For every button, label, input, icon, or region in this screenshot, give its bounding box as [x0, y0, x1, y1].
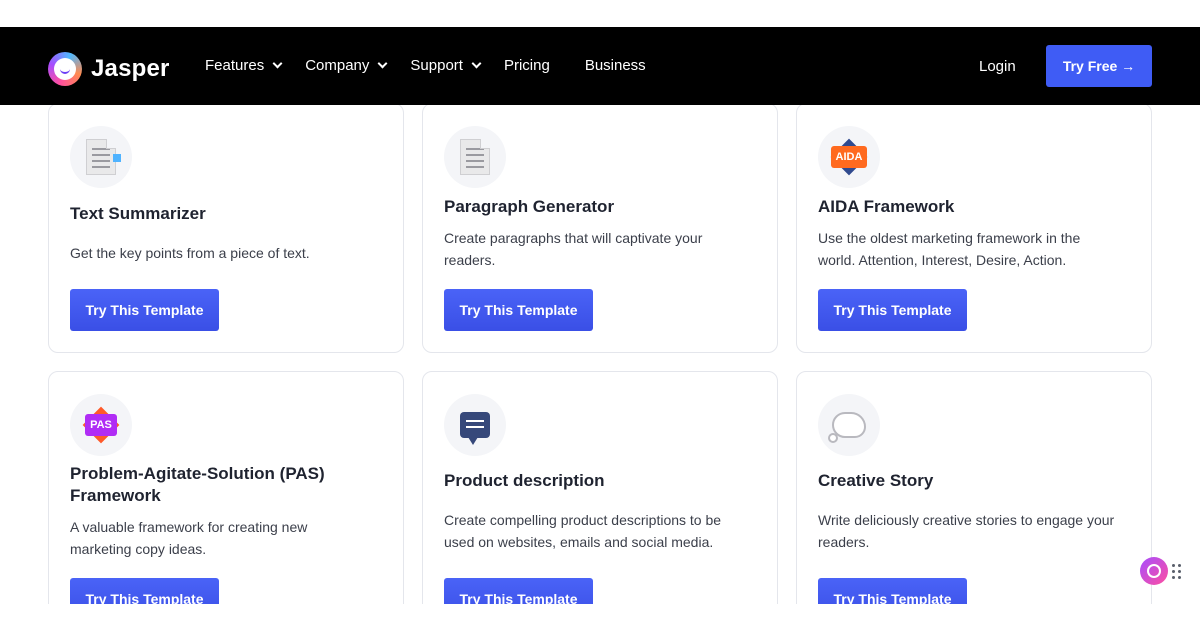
brand-name: Jasper [91, 55, 170, 82]
try-template-button[interactable]: Try This Template [70, 289, 219, 331]
login-link[interactable]: Login [979, 58, 1016, 75]
template-title: Product description [444, 471, 605, 490]
try-template-button[interactable]: Try This Template [444, 578, 593, 604]
assistant-widget [1140, 557, 1181, 585]
template-card-pas-framework: PAS Problem-Agitate-Solution (PAS) Frame… [48, 371, 404, 604]
template-title: Paragraph Generator [444, 197, 615, 216]
document-icon [86, 139, 121, 175]
nav-features-label: Features [205, 57, 265, 74]
try-template-button[interactable]: Try This Template [818, 289, 967, 331]
template-description: Create paragraphs that will captivate yo… [444, 230, 703, 268]
template-icon [444, 126, 506, 188]
template-title: Creative Story [818, 471, 934, 490]
nav-business-label: Business [584, 57, 646, 74]
template-title: AIDA Framework [818, 197, 955, 216]
aida-badge: AIDA [830, 146, 868, 168]
nav-company-label: Company [305, 57, 370, 74]
chevron-down-icon [471, 58, 482, 69]
chat-bubble-icon [460, 412, 490, 445]
template-title: Text Summarizer [70, 204, 206, 223]
template-grid: Text Summarizer Get the key points from … [0, 105, 1200, 604]
nav-pricing[interactable]: Pricing [504, 57, 550, 74]
thought-cloud-icon [828, 412, 866, 443]
chevron-down-icon [377, 58, 388, 69]
assistant-button[interactable] [1140, 557, 1168, 585]
try-template-button[interactable]: Try This Template [70, 578, 219, 604]
jasper-logo[interactable]: Jasper [48, 52, 170, 86]
nav-support-label: Support [410, 57, 463, 74]
pas-badge: PAS [85, 414, 117, 436]
nav-pricing-label: Pricing [503, 57, 550, 74]
template-icon [444, 394, 506, 456]
template-icon [818, 394, 880, 456]
nav-company[interactable]: Company [305, 57, 388, 74]
template-icon [70, 126, 132, 188]
try-template-button[interactable]: Try This Template [818, 578, 967, 604]
template-description: Create compelling product descriptions t… [444, 512, 722, 550]
nav-support[interactable]: Support [410, 57, 482, 74]
top-navigation-bar: Jasper Features Company Support Pricing … [0, 27, 1200, 105]
aida-badge-icon: AIDA [829, 137, 869, 177]
template-description: Write deliciously creative stories to en… [818, 512, 1115, 550]
flower-icon [1147, 564, 1161, 578]
main-nav: Features Company Support Pricing Busines… [205, 57, 681, 74]
template-card-paragraph-generator: Paragraph Generator Create paragraphs th… [422, 105, 778, 353]
template-title: Problem-Agitate-Solution (PAS) Framework [70, 464, 325, 505]
try-template-button[interactable]: Try This Template [444, 289, 593, 331]
template-icon: PAS [70, 394, 132, 456]
try-free-button[interactable]: Try Free → [1046, 45, 1152, 87]
nav-business[interactable]: Business [585, 57, 646, 74]
template-icon: AIDA [818, 126, 880, 188]
template-description: Use the oldest marketing framework in th… [818, 230, 1081, 268]
pas-badge-icon: PAS [81, 405, 121, 445]
template-description: A valuable framework for creating new ma… [70, 519, 308, 557]
document-icon [460, 139, 490, 175]
jasper-logo-icon [48, 52, 82, 86]
drag-handle-icon[interactable] [1172, 563, 1181, 579]
chevron-down-icon [272, 58, 283, 69]
template-card-text-summarizer: Text Summarizer Get the key points from … [48, 105, 404, 353]
template-description: Get the key points from a piece of text. [70, 245, 310, 261]
nav-features[interactable]: Features [205, 57, 283, 74]
template-card-creative-story: Creative Story Write deliciously creativ… [796, 371, 1152, 604]
template-card-aida-framework: AIDA AIDA Framework Use the oldest marke… [796, 105, 1152, 353]
template-card-product-description: Product description Create compelling pr… [422, 371, 778, 604]
